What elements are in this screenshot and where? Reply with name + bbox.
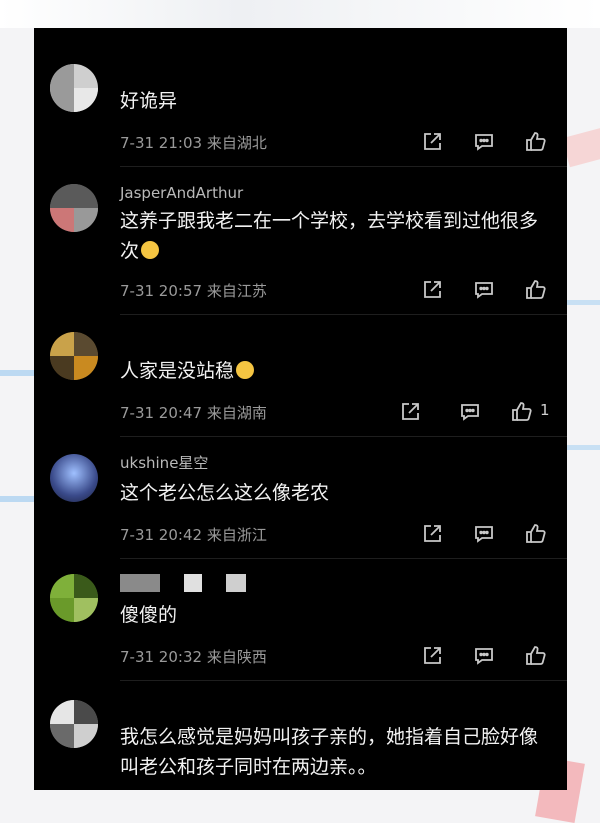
emoji-icon <box>236 361 255 379</box>
thumbs-up-icon[interactable] <box>524 278 548 302</box>
comment-meta: 7-31 20:47 来自湖南 <box>120 402 267 423</box>
share-icon[interactable] <box>398 400 422 424</box>
comment-location: 来自江苏 <box>206 282 267 300</box>
avatar[interactable] <box>50 332 98 380</box>
comment-time: 7-31 20:32 <box>120 648 203 666</box>
share-icon[interactable] <box>420 278 444 302</box>
comment-text: 这养子跟我老二在一个学校，去学校看到过他很多次 <box>120 206 550 266</box>
avatar[interactable] <box>50 184 98 232</box>
comment-icon[interactable] <box>472 278 496 302</box>
comment-actions <box>420 522 550 548</box>
comment-list: 好诡异 7-31 21:03 来自湖北 JasperAndArthur 这养子跟… <box>34 28 567 790</box>
comment-text-body: 人家是没站稳 <box>120 360 235 382</box>
comment-icon[interactable] <box>472 644 496 668</box>
comment-icon[interactable] <box>472 130 496 154</box>
thumbs-up-icon[interactable] <box>524 522 548 546</box>
comment-actions <box>420 644 550 670</box>
avatar[interactable] <box>50 574 98 622</box>
comment-text: 好诡异 <box>120 90 178 112</box>
comment-actions: 1 <box>398 400 558 426</box>
username[interactable]: ukshine星空 <box>120 452 208 473</box>
share-icon[interactable] <box>420 130 444 154</box>
avatar[interactable] <box>50 700 98 748</box>
like-count: 1 <box>540 401 550 419</box>
divider <box>120 314 567 315</box>
comment-text-body: 这养子跟我老二在一个学校，去学校看到过他很多次 <box>120 210 539 262</box>
comment-location: 来自湖南 <box>206 404 267 422</box>
comment-actions <box>420 130 550 156</box>
divider <box>120 166 567 167</box>
comment-time: 7-31 20:57 <box>120 282 203 300</box>
comment-meta: 7-31 21:03 来自湖北 <box>120 132 267 153</box>
divider <box>120 558 567 559</box>
comment-location: 来自陕西 <box>206 648 267 666</box>
username[interactable] <box>120 572 260 594</box>
divider <box>120 436 567 437</box>
comment-icon[interactable] <box>472 522 496 546</box>
share-icon[interactable] <box>420 522 444 546</box>
comment-text: 我怎么感觉是妈妈叫孩子亲的，她指着自己脸好像叫老公和孩子同时在两边亲。。 <box>120 726 539 778</box>
comment-text: 傻傻的 <box>120 604 178 626</box>
comment-location: 来自浙江 <box>206 526 267 544</box>
thumbs-up-icon[interactable] <box>524 130 548 154</box>
emoji-icon <box>141 241 160 259</box>
comment-actions <box>420 278 550 304</box>
thumbs-up-icon[interactable]: 1 <box>510 400 550 424</box>
avatar[interactable] <box>50 454 98 502</box>
thumbs-up-icon[interactable] <box>524 644 548 668</box>
background-top-strip <box>0 0 600 28</box>
comment-location: 来自湖北 <box>206 134 267 152</box>
comment-text: 人家是没站稳 <box>120 356 550 386</box>
avatar[interactable] <box>50 64 98 112</box>
comment-meta: 7-31 20:57 来自江苏 <box>120 280 267 301</box>
divider <box>120 680 567 681</box>
comment-meta: 7-31 20:42 来自浙江 <box>120 524 267 545</box>
background-decoration <box>562 122 600 168</box>
share-icon[interactable] <box>420 644 444 668</box>
username[interactable]: JasperAndArthur <box>120 184 243 202</box>
comment-time: 7-31 21:03 <box>120 134 203 152</box>
comment-time: 7-31 20:42 <box>120 526 203 544</box>
comment-meta: 7-31 20:32 来自陕西 <box>120 646 267 667</box>
comment-icon[interactable] <box>458 400 482 424</box>
comment-time: 7-31 20:47 <box>120 404 203 422</box>
comment-text: 这个老公怎么这么像老农 <box>120 482 330 504</box>
